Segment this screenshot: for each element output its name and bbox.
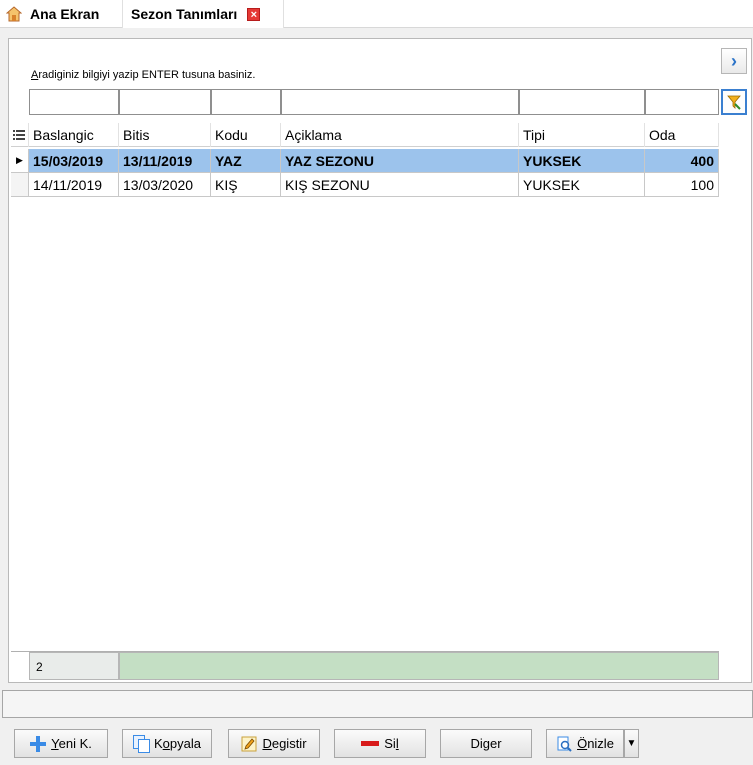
- cell-oda: 400: [645, 149, 719, 173]
- header-kodu[interactable]: Kodu: [211, 123, 281, 147]
- summary-bar: [119, 652, 719, 680]
- tab-home-label: Ana Ekran: [30, 6, 100, 22]
- record-count: 2: [29, 652, 119, 680]
- header-baslangic[interactable]: Baslangic: [29, 123, 119, 147]
- row-indicator: [11, 173, 29, 197]
- preview-icon: [557, 736, 572, 752]
- grid-header: Baslangic Bitis Kodu Açiklama Tipi Oda: [11, 123, 719, 147]
- cell-tipi: YUKSEK: [519, 149, 645, 173]
- cell-aciklama: KIŞ SEZONU: [281, 173, 519, 197]
- cell-tipi: YUKSEK: [519, 173, 645, 197]
- delete-button[interactable]: Sil: [334, 729, 426, 758]
- filter-aciklama-input[interactable]: [281, 89, 519, 115]
- column-chooser-icon[interactable]: [11, 123, 29, 147]
- preview-dropdown-button[interactable]: ▼: [624, 729, 639, 758]
- filter-oda-input[interactable]: [645, 89, 719, 115]
- cell-baslangic: 15/03/2019: [29, 149, 119, 173]
- status-bar: [2, 690, 753, 718]
- plus-icon: [30, 735, 47, 752]
- edit-button[interactable]: Degistir: [228, 729, 320, 758]
- search-hint: Aradiginiz bilgiyi yazip ENTER tusuna ba…: [31, 69, 256, 81]
- tab-home[interactable]: Ana Ekran: [4, 0, 122, 28]
- table-row[interactable]: ▶ 15/03/2019 13/11/2019 YAZ YAZ SEZONU Y…: [11, 149, 719, 173]
- cell-oda: 100: [645, 173, 719, 197]
- cell-bitis: 13/03/2020: [119, 173, 211, 197]
- cell-baslangic: 14/11/2019: [29, 173, 119, 197]
- filter-baslangic-input[interactable]: [29, 89, 119, 115]
- minus-icon: [361, 741, 380, 746]
- table-row[interactable]: 14/11/2019 13/03/2020 KIŞ KIŞ SEZONU YUK…: [11, 173, 719, 197]
- row-indicator-icon: ▶: [11, 149, 29, 173]
- tab-bar: Ana Ekran Sezon Tanımları ×: [0, 0, 753, 28]
- preview-button[interactable]: Önizle: [546, 729, 624, 758]
- cell-aciklama: YAZ SEZONU: [281, 149, 519, 173]
- header-aciklama[interactable]: Açiklama: [281, 123, 519, 147]
- cell-kodu: YAZ: [211, 149, 281, 173]
- header-bitis[interactable]: Bitis: [119, 123, 211, 147]
- pencil-icon: [241, 736, 257, 751]
- other-button[interactable]: Diger: [440, 729, 532, 758]
- close-icon[interactable]: ×: [247, 7, 261, 21]
- chevron-down-icon: ▼: [626, 738, 637, 749]
- grid-footer: 2: [11, 651, 719, 680]
- header-tipi[interactable]: Tipi: [519, 123, 645, 147]
- filter-bitis-input[interactable]: [119, 89, 211, 115]
- filter-icon: [727, 95, 741, 110]
- new-button[interactable]: Yeni K.: [14, 729, 108, 758]
- filter-kodu-input[interactable]: [211, 89, 281, 115]
- cell-kodu: KIŞ: [211, 173, 281, 197]
- filter-clear-button[interactable]: [721, 89, 747, 115]
- filter-tipi-input[interactable]: [519, 89, 645, 115]
- tab-active-label: Sezon Tanımları: [131, 6, 238, 22]
- next-button[interactable]: ›: [721, 48, 747, 74]
- home-icon: [6, 6, 22, 22]
- seasons-grid: Baslangic Bitis Kodu Açiklama Tipi Oda ▶…: [11, 123, 719, 683]
- tab-sezon-tanimlari[interactable]: Sezon Tanımları ×: [122, 0, 284, 28]
- copy-icon: [133, 735, 150, 753]
- main-panel: › Aradiginiz bilgiyi yazip ENTER tusuna …: [8, 38, 752, 683]
- cell-bitis: 13/11/2019: [119, 149, 211, 173]
- copy-button[interactable]: Kopyala: [122, 729, 212, 758]
- header-oda[interactable]: Oda: [645, 123, 719, 147]
- chevron-right-icon: ›: [731, 50, 737, 71]
